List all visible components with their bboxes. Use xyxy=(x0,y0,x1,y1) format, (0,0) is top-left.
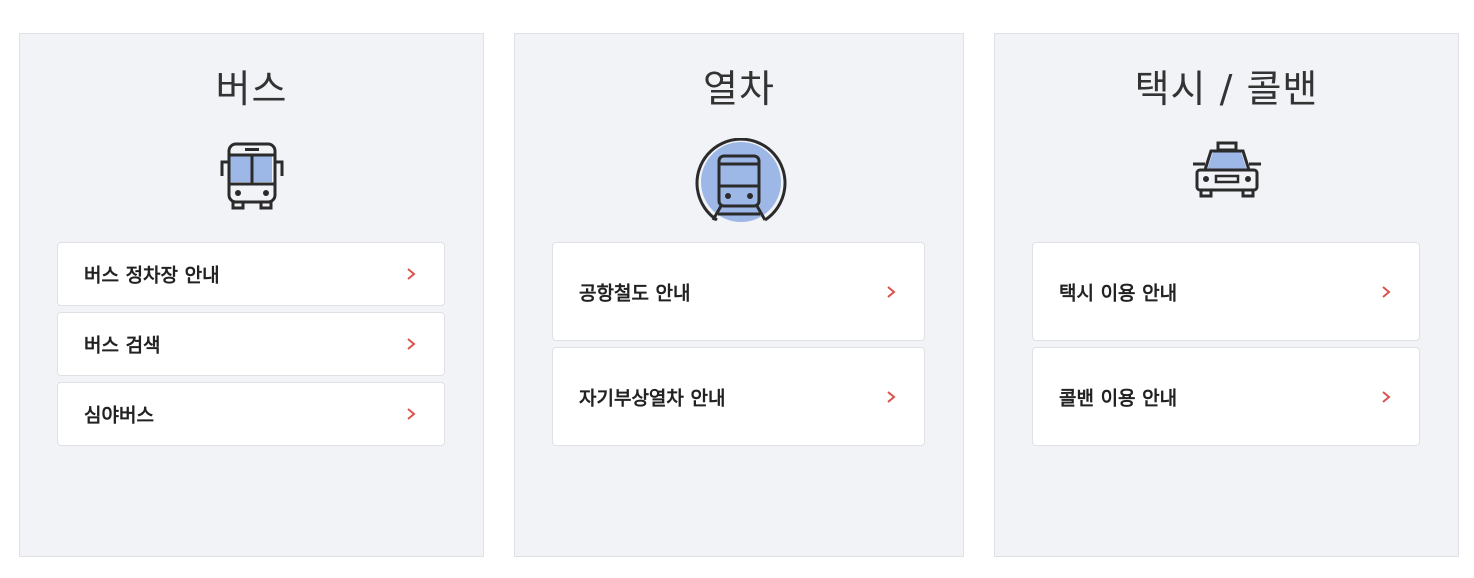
bus-menu: 버스 정차장 안내 버스 검색 심야버스 xyxy=(57,242,445,452)
bus-icon xyxy=(217,140,287,212)
menu-item-label: 심야버스 xyxy=(84,404,154,427)
train-icon xyxy=(691,137,787,230)
menu-item-label: 자기부상열차 안내 xyxy=(579,387,726,409)
taxi-panel: 택시 / 콜밴 택시 이용 안내 콜밴 이용 안내 xyxy=(994,33,1459,557)
menu-item-label: 공항철도 안내 xyxy=(579,282,691,304)
menu-item-airport-railroad[interactable]: 공항철도 안내 xyxy=(552,242,925,341)
menu-item-label: 버스 정차장 안내 xyxy=(84,264,220,287)
taxi-menu: 택시 이용 안내 콜밴 이용 안내 xyxy=(1032,242,1420,452)
bus-panel: 버스 버스 정차장 안내 버스 검색 심야버스 xyxy=(19,33,484,557)
menu-item-label: 콜밴 이용 안내 xyxy=(1059,387,1178,409)
chevron-right-icon xyxy=(407,268,416,280)
taxi-icon xyxy=(1191,140,1263,202)
chevron-right-icon xyxy=(887,390,896,403)
train-panel-title: 열차 xyxy=(703,67,775,111)
menu-item-night-bus[interactable]: 심야버스 xyxy=(57,382,445,446)
menu-item-maglev-train[interactable]: 자기부상열차 안내 xyxy=(552,347,925,446)
chevron-right-icon xyxy=(407,338,416,350)
taxi-panel-title: 택시 / 콜밴 xyxy=(1134,67,1319,111)
chevron-right-icon xyxy=(1382,285,1391,298)
menu-item-taxi-info[interactable]: 택시 이용 안내 xyxy=(1032,242,1420,341)
chevron-right-icon xyxy=(1382,390,1391,403)
menu-item-label: 버스 검색 xyxy=(84,334,161,357)
train-panel: 열차 공항철도 안내 자기부상열차 안내 xyxy=(514,33,964,557)
bus-panel-title: 버스 xyxy=(215,67,288,111)
chevron-right-icon xyxy=(407,408,416,420)
train-menu: 공항철도 안내 자기부상열차 안내 xyxy=(552,242,925,452)
menu-item-callvan-info[interactable]: 콜밴 이용 안내 xyxy=(1032,347,1420,446)
menu-item-label: 택시 이용 안내 xyxy=(1059,282,1178,304)
menu-item-bus-search[interactable]: 버스 검색 xyxy=(57,312,445,376)
chevron-right-icon xyxy=(887,285,896,298)
menu-item-bus-stop-info[interactable]: 버스 정차장 안내 xyxy=(57,242,445,306)
